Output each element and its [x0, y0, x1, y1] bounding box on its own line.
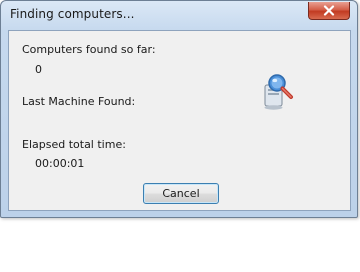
dialog-body: Computers found so far: 0 Last Machine F…	[8, 30, 351, 211]
title-bar[interactable]: Finding computers...	[1, 1, 357, 31]
elapsed-time-label: Elapsed total time:	[22, 138, 126, 151]
last-machine-label: Last Machine Found:	[22, 95, 136, 108]
cancel-button[interactable]: Cancel	[143, 183, 219, 204]
close-icon	[323, 5, 335, 16]
computers-found-value: 0	[35, 63, 42, 76]
finding-computers-dialog: Finding computers... Computers found so …	[0, 0, 358, 218]
computers-found-label: Computers found so far:	[22, 43, 156, 56]
elapsed-time-value: 00:00:01	[35, 157, 85, 170]
computer-search-icon	[264, 74, 293, 110]
window-title: Finding computers...	[10, 7, 135, 21]
close-button[interactable]	[308, 2, 350, 20]
